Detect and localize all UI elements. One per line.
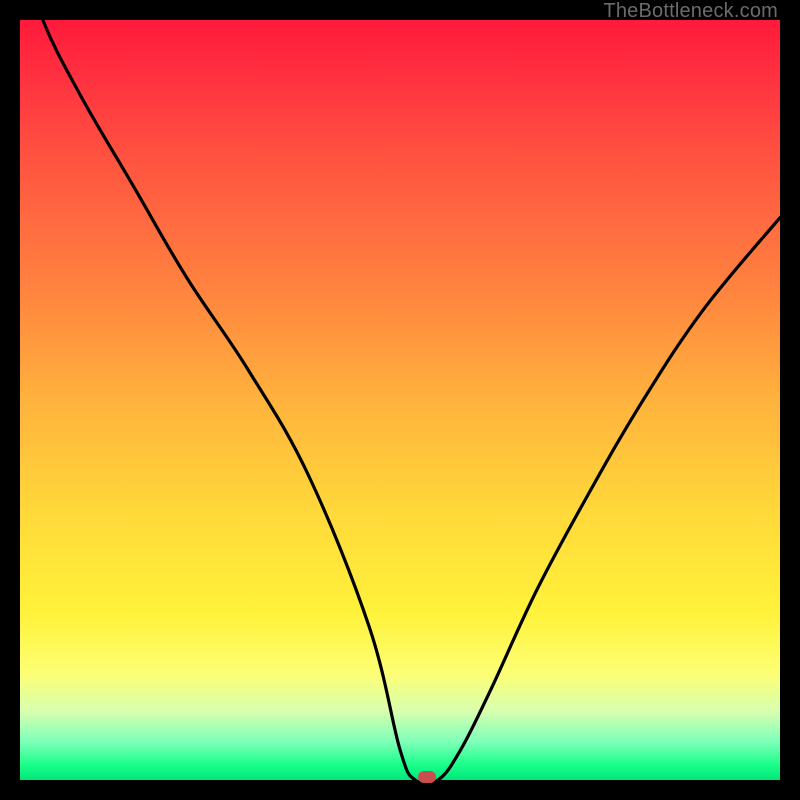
minimum-marker — [418, 771, 436, 783]
curve-svg — [20, 20, 780, 780]
chart-container: TheBottleneck.com — [0, 0, 800, 800]
plot-area — [20, 20, 780, 780]
bottleneck-curve-path — [20, 20, 780, 780]
